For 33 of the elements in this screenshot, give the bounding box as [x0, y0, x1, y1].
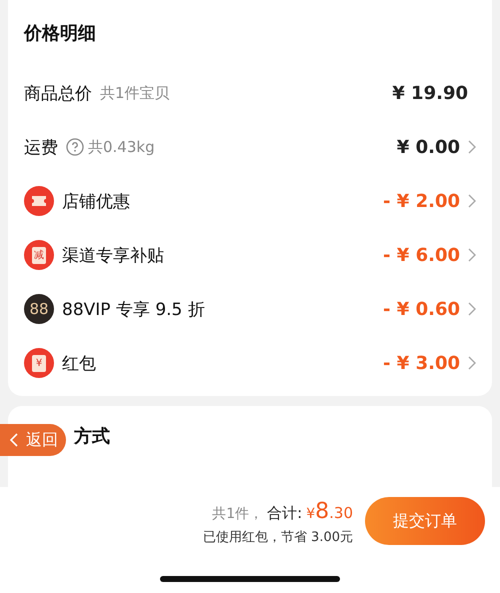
- submit-order-button[interactable]: 提交订单: [365, 497, 485, 545]
- chevron-icon[interactable]: [468, 302, 476, 316]
- row-note: 共0.43kg: [88, 138, 155, 156]
- row-label: 运费: [24, 136, 58, 158]
- discount-icon: ¥: [24, 348, 54, 378]
- item-count: 共1件，: [212, 505, 264, 523]
- row-label: 红包: [62, 352, 96, 374]
- row-label: 88VIP 专享 9.5 折: [62, 298, 205, 320]
- back-button[interactable]: 返回: [0, 424, 66, 456]
- total-price: ¥8.30: [306, 499, 353, 524]
- row-label: 渠道专享补贴: [62, 244, 164, 266]
- discount-icon: [24, 186, 54, 216]
- row-amount: - ¥ 2.00: [383, 190, 460, 212]
- back-chevron-icon: [10, 433, 18, 447]
- row-amount: - ¥ 0.60: [383, 298, 460, 320]
- savings-text: 已使用红包，节省 3.00元: [202, 529, 353, 546]
- total-label: 合计:: [267, 504, 302, 523]
- row-label: 店铺优惠: [62, 190, 130, 212]
- section-title: 价格明细: [24, 22, 97, 46]
- chevron-icon[interactable]: [468, 356, 476, 370]
- discount-icon: 88: [24, 294, 54, 324]
- chevron-icon[interactable]: [468, 194, 476, 208]
- help-icon[interactable]: [66, 138, 84, 156]
- chevron-icon[interactable]: [468, 140, 476, 154]
- row-note: 共1件宝贝: [100, 84, 170, 102]
- chevron-icon[interactable]: [468, 248, 476, 262]
- section-title: 方式: [74, 425, 111, 448]
- row-amount: ¥ 19.90: [392, 82, 468, 104]
- discount-icon: 减: [24, 240, 54, 270]
- row-label: 商品总价: [24, 82, 92, 104]
- row-amount: ¥ 0.00: [396, 136, 460, 158]
- row-amount: - ¥ 6.00: [383, 244, 460, 266]
- row-amount: - ¥ 3.00: [383, 352, 460, 374]
